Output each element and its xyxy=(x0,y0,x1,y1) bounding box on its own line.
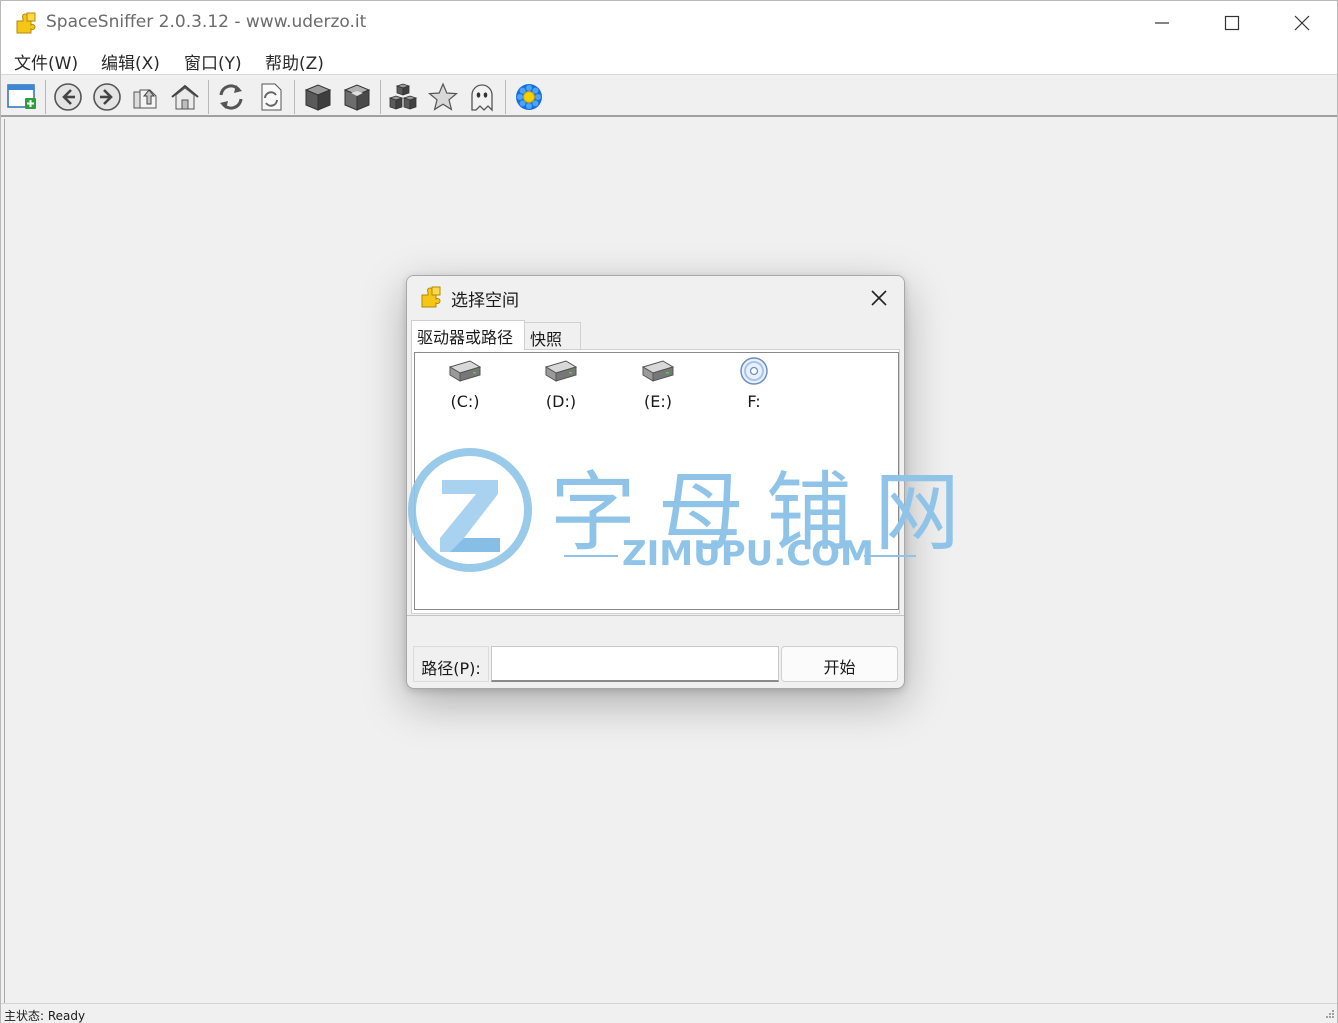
minimize-icon xyxy=(1155,22,1169,24)
forward-button[interactable] xyxy=(90,80,124,114)
zoom-in-cube-icon xyxy=(304,84,332,111)
settings-button[interactable] xyxy=(512,80,546,114)
menu-bar: 文件(W) 编辑(X) 窗口(Y) 帮助(Z) xyxy=(1,45,1337,75)
toolbar-separator xyxy=(505,80,506,114)
menu-window[interactable]: 窗口(Y) xyxy=(184,49,242,74)
new-window-icon xyxy=(7,84,36,109)
refresh-document-button[interactable] xyxy=(254,80,288,114)
select-space-dialog: 选择空间 驱动器或路径 快照 (C:) (D:) (E:) F: 路径(P): … xyxy=(406,275,905,689)
drive-item-c[interactable]: (C:) xyxy=(420,357,510,417)
ghost-button[interactable] xyxy=(465,80,499,114)
dialog-title-bar[interactable]: 选择空间 xyxy=(407,276,904,320)
zoom-out-cube-icon xyxy=(343,84,371,111)
menu-edit[interactable]: 编辑(X) xyxy=(101,49,160,74)
drive-item-d[interactable]: (D:) xyxy=(516,357,606,417)
drive-item-e[interactable]: (E:) xyxy=(613,357,703,417)
hard-drive-icon xyxy=(641,360,675,382)
refresh-document-icon xyxy=(261,83,282,111)
minimize-button[interactable] xyxy=(1127,1,1197,45)
status-bar: 主状态: Ready xyxy=(1,1003,1337,1023)
title-bar[interactable]: SpaceSniffer 2.0.3.12 - www.uderzo.it xyxy=(1,1,1337,45)
toolbar-separator xyxy=(380,80,381,114)
forward-arrow-icon xyxy=(93,83,121,111)
drive-item-f[interactable]: F: xyxy=(709,357,799,417)
drives-panel: (C:) (D:) (E:) F: xyxy=(411,350,900,614)
close-icon xyxy=(871,290,887,306)
toolbar-separator xyxy=(208,80,209,114)
star-button[interactable] xyxy=(426,80,460,114)
refresh-button[interactable] xyxy=(214,80,248,114)
cubes-icon xyxy=(388,83,418,110)
back-arrow-icon xyxy=(54,83,82,111)
refresh-icon xyxy=(219,84,243,110)
hard-drive-icon xyxy=(448,360,482,382)
zoom-in-button[interactable] xyxy=(301,80,335,114)
start-button[interactable]: 开始 xyxy=(781,646,898,682)
up-folder-icon xyxy=(133,89,157,109)
drive-list[interactable]: (C:) (D:) (E:) F: xyxy=(414,352,899,610)
path-input[interactable] xyxy=(491,646,779,682)
tab-snapshot[interactable]: 快照 xyxy=(525,322,581,350)
cd-drive-icon xyxy=(740,357,768,385)
home-button[interactable] xyxy=(168,80,202,114)
menu-help[interactable]: 帮助(Z) xyxy=(265,49,324,74)
star-icon xyxy=(427,82,459,111)
dialog-title: 选择空间 xyxy=(451,291,519,311)
settings-flower-icon xyxy=(516,84,542,110)
menu-file[interactable]: 文件(W) xyxy=(14,49,78,74)
ghost-icon xyxy=(471,84,493,112)
drive-label: F: xyxy=(747,392,761,411)
drive-label: (C:) xyxy=(450,392,480,411)
up-folder-button[interactable] xyxy=(129,80,163,114)
zoom-out-button[interactable] xyxy=(340,80,374,114)
puzzle-app-icon xyxy=(16,12,36,34)
close-button[interactable] xyxy=(1267,1,1337,45)
tab-drives-or-path[interactable]: 驱动器或路径 xyxy=(411,320,525,350)
back-button[interactable] xyxy=(51,80,85,114)
maximize-icon xyxy=(1224,15,1240,31)
hard-drive-icon xyxy=(544,360,578,382)
close-icon xyxy=(1294,15,1310,31)
window-title: SpaceSniffer 2.0.3.12 - www.uderzo.it xyxy=(46,12,367,32)
toolbar xyxy=(1,76,1337,117)
drive-label: (D:) xyxy=(545,392,577,411)
path-label: 路径(P): xyxy=(413,646,489,682)
new-window-button[interactable] xyxy=(5,80,39,114)
puzzle-app-icon xyxy=(421,286,441,308)
status-text: 主状态: Ready xyxy=(4,1009,86,1023)
dialog-divider xyxy=(407,615,904,616)
toolbar-separator xyxy=(45,80,46,114)
home-icon xyxy=(171,84,199,110)
resize-grip-icon[interactable] xyxy=(1323,1009,1335,1021)
maximize-button[interactable] xyxy=(1197,1,1267,45)
cubes-button[interactable] xyxy=(386,80,420,114)
drive-label: (E:) xyxy=(644,392,672,411)
dialog-close-button[interactable] xyxy=(862,282,896,314)
toolbar-separator xyxy=(294,80,295,114)
